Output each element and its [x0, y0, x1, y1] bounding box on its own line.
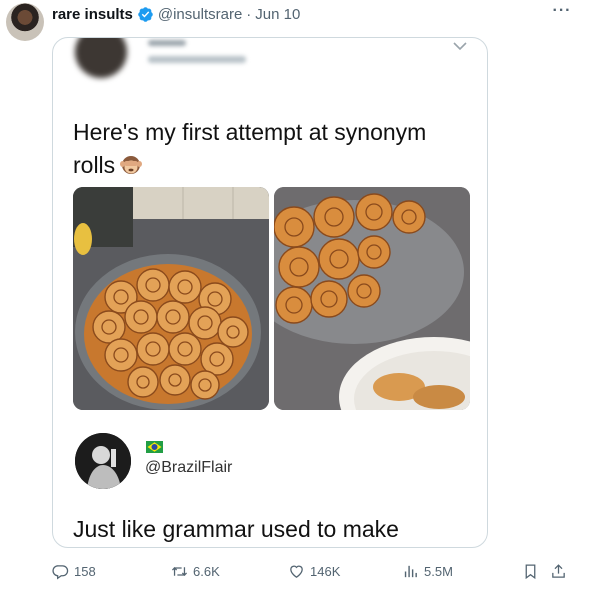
embedded-tweet-image[interactable]: Here's my first attempt at synonym rolls — [52, 37, 488, 548]
tweet-header: rare insults @insultsrare · Jun 10 — [52, 4, 300, 24]
more-options-icon[interactable]: ··· — [550, 2, 574, 22]
blurred-handle — [148, 56, 246, 63]
action-bar: 158 6.6K 146K 5.5M — [52, 560, 572, 584]
chevron-down-icon — [453, 42, 467, 51]
embedded-text-line1: Here's my first attempt at synonym — [73, 119, 427, 145]
share-button[interactable] — [550, 560, 572, 582]
retweet-icon — [171, 566, 188, 576]
brazil-flag-icon — [146, 441, 163, 453]
tweet-date[interactable]: Jun 10 — [255, 6, 300, 23]
photo-cinnamon-rolls-dish — [73, 187, 269, 410]
author-handle[interactable]: @insultsrare — [158, 6, 242, 23]
like-icon — [290, 565, 303, 578]
embedded-text-line2-wrap: rolls — [73, 149, 473, 182]
author-name[interactable]: rare insults — [52, 6, 133, 23]
embedded-tweet-text: Here's my first attempt at synonym rolls — [73, 116, 473, 182]
photo-eaten-rolls-plate — [274, 187, 470, 410]
reply-handle: @BrazilFlair — [145, 459, 233, 476]
retweet-count: 6.6K — [193, 563, 220, 579]
bookmark-icon — [525, 563, 536, 579]
reply-count: 158 — [74, 563, 96, 579]
author-avatar[interactable] — [6, 3, 44, 41]
reply-icon — [52, 564, 69, 579]
views-count: 5.5M — [424, 563, 453, 579]
reply-button[interactable]: 158 — [52, 560, 96, 582]
views-icon — [404, 565, 417, 577]
share-icon — [552, 563, 565, 578]
embedded-text-line2: rolls — [73, 152, 116, 178]
reply-avatar — [75, 433, 131, 489]
separator-dot: · — [246, 5, 252, 23]
blurred-avatar — [75, 38, 127, 78]
blurred-name — [148, 40, 186, 46]
see-no-evil-monkey-emoji — [120, 156, 143, 174]
views-button[interactable]: 5.5M — [402, 560, 453, 582]
like-button[interactable]: 146K — [288, 560, 340, 582]
tweet: rare insults @insultsrare · Jun 10 ··· H… — [0, 0, 592, 594]
reply-text: Just like grammar used to make — [73, 516, 399, 542]
like-count: 146K — [310, 563, 341, 579]
verified-badge-icon — [138, 6, 153, 22]
retweet-button[interactable]: 6.6K — [171, 560, 220, 582]
bookmark-button[interactable] — [522, 560, 544, 582]
